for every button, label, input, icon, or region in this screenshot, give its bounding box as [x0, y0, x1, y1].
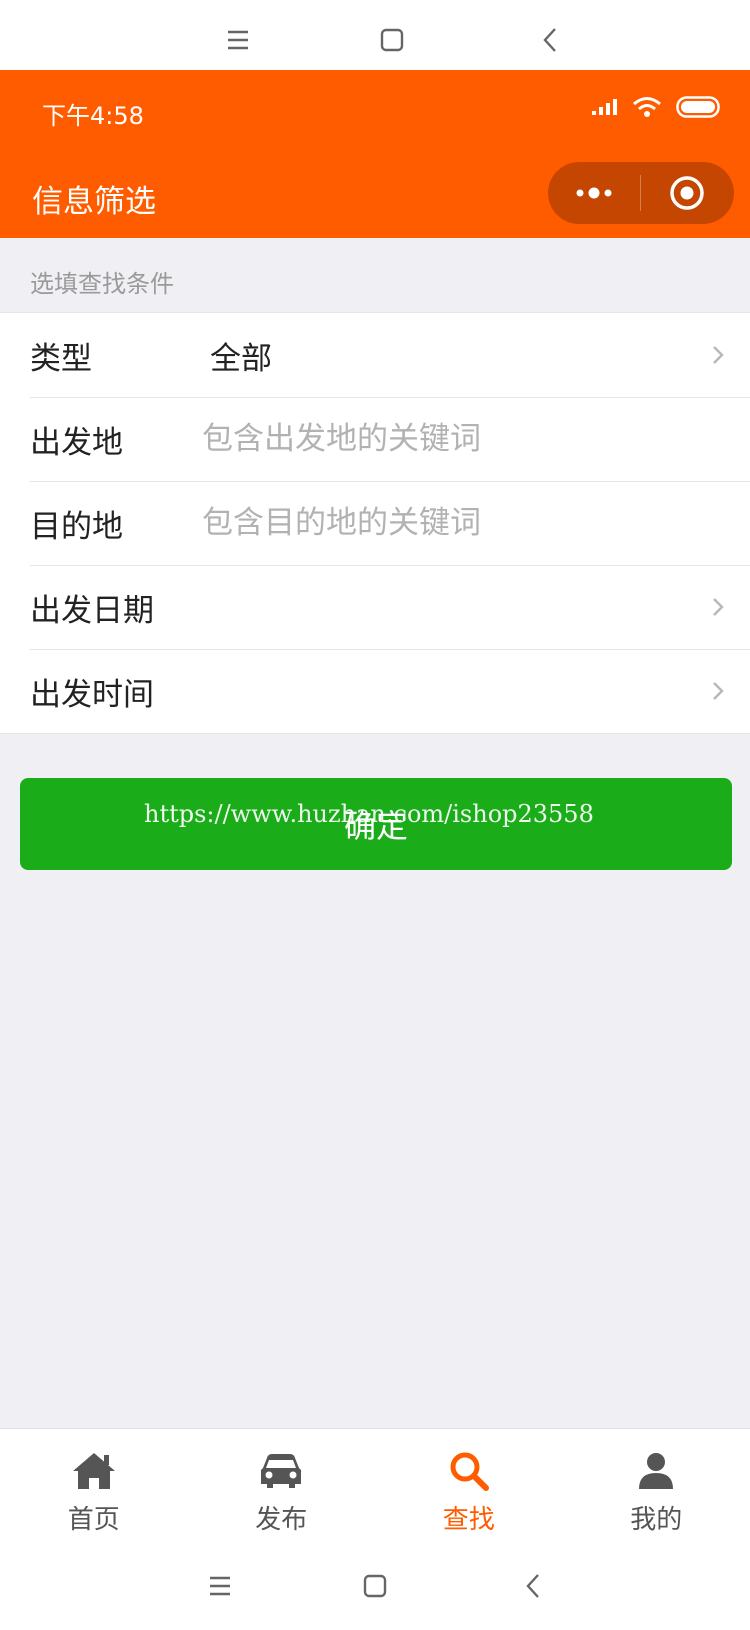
mini-program-capsule — [548, 162, 734, 224]
tab-search-label: 查找 — [442, 1505, 495, 1535]
destination-input[interactable] — [202, 493, 702, 553]
section-hint: 选填查找条件 — [30, 270, 174, 298]
status-time: 下午4:58 — [42, 102, 144, 130]
system-nav-bar-bottom — [0, 1542, 750, 1630]
date-label: 出发日期 — [30, 592, 154, 629]
back-icon[interactable] — [530, 20, 570, 60]
confirm-button[interactable]: 确定 — [20, 778, 732, 870]
tab-bar: 首页 发布 查找 我的 — [0, 1428, 750, 1542]
time-label: 出发时间 — [30, 676, 154, 713]
tab-mine[interactable]: 我的 — [563, 1429, 750, 1542]
car-icon — [257, 1449, 305, 1493]
signal-icon — [592, 97, 618, 121]
destination-row: 目的地 — [0, 481, 750, 565]
menu-icon[interactable] — [218, 20, 258, 60]
date-row[interactable]: 出发日期 — [0, 565, 750, 649]
home-icon — [70, 1449, 118, 1493]
tab-home-label: 首页 — [67, 1505, 120, 1535]
page-title: 信息筛选 — [32, 184, 156, 220]
tab-mine-label: 我的 — [630, 1505, 683, 1535]
origin-label: 出发地 — [30, 424, 123, 461]
type-value: 全部 — [210, 340, 272, 377]
time-row[interactable]: 出发时间 — [0, 649, 750, 733]
search-icon — [445, 1449, 493, 1493]
destination-label: 目的地 — [30, 508, 123, 545]
tab-search[interactable]: 查找 — [375, 1429, 563, 1542]
user-icon — [632, 1449, 680, 1493]
filter-form: 类型 全部 出发地 目的地 出发日期 出发时间 — [0, 312, 750, 734]
back-icon[interactable] — [513, 1566, 553, 1606]
app-header: 下午4:58 信息筛选 — [0, 70, 750, 238]
chevron-right-icon — [708, 597, 728, 617]
more-dots-icon[interactable] — [548, 162, 640, 224]
type-label: 类型 — [30, 340, 92, 377]
type-row[interactable]: 类型 全部 — [0, 313, 750, 397]
tab-publish[interactable]: 发布 — [188, 1429, 376, 1542]
wifi-icon — [632, 96, 662, 122]
menu-icon[interactable] — [200, 1566, 240, 1606]
origin-row: 出发地 — [0, 397, 750, 481]
tab-publish-label: 发布 — [255, 1505, 308, 1535]
chevron-right-icon — [708, 345, 728, 365]
system-nav-bar-top — [0, 0, 750, 70]
status-icons — [592, 94, 722, 124]
tab-home[interactable]: 首页 — [0, 1429, 188, 1542]
origin-input[interactable] — [202, 409, 702, 469]
home-square-icon[interactable] — [355, 1566, 395, 1606]
chevron-right-icon — [708, 681, 728, 701]
target-circle-icon[interactable] — [641, 162, 733, 224]
battery-icon — [676, 96, 722, 122]
home-square-icon[interactable] — [372, 20, 412, 60]
